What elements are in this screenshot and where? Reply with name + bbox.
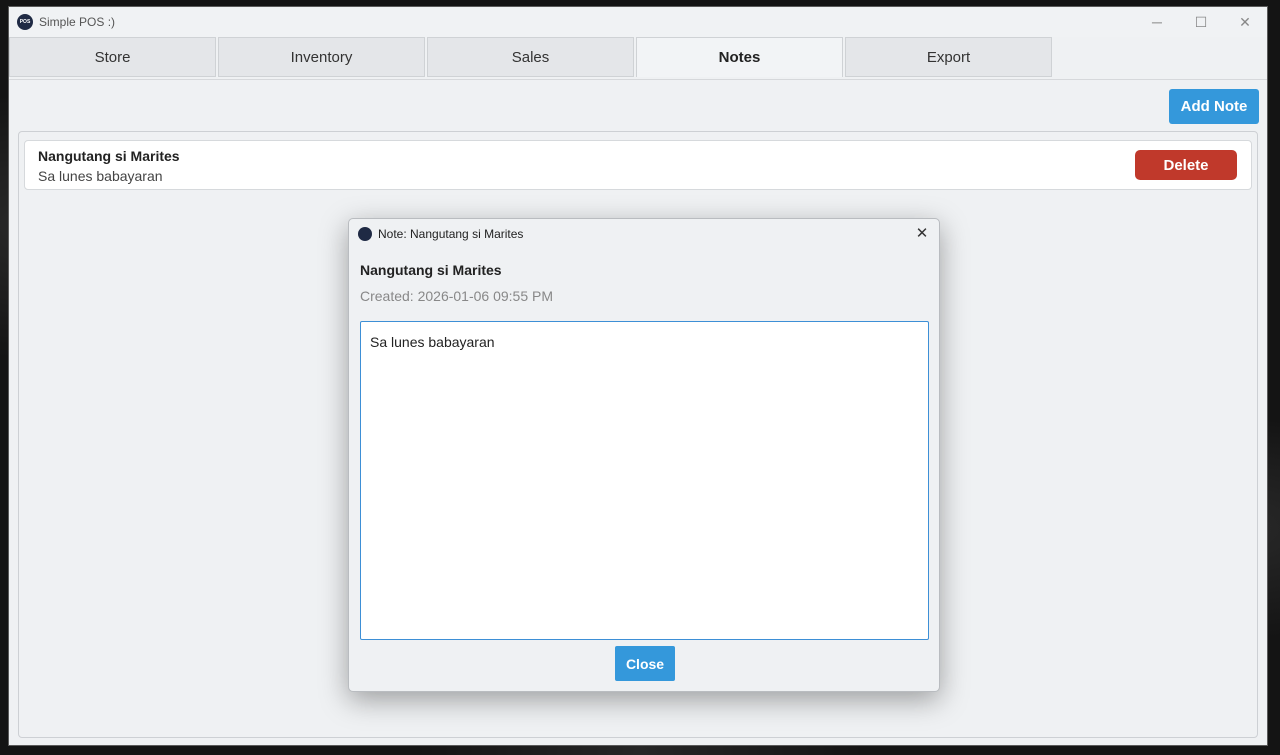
dialog-titlebar: Note: Nangutang si Marites ✕	[349, 219, 939, 249]
delete-note-button[interactable]: Delete	[1135, 150, 1237, 180]
window-titlebar: POS Simple POS :) ─ ☐ ✕	[9, 7, 1267, 37]
note-item[interactable]: Nangutang si Marites Sa lunes babayaran …	[24, 140, 1252, 190]
close-icon[interactable]: ✕	[913, 224, 931, 242]
tab-inventory[interactable]: Inventory	[218, 37, 425, 77]
maximize-button[interactable]: ☐	[1179, 7, 1223, 37]
note-preview: Sa lunes babayaran	[38, 168, 163, 184]
tab-sales[interactable]: Sales	[427, 37, 634, 77]
minimize-button[interactable]: ─	[1135, 7, 1179, 37]
window-title: Simple POS :)	[39, 15, 116, 29]
dialog-title: Note: Nangutang si Marites	[378, 227, 524, 241]
app-logo-icon	[358, 227, 372, 241]
window-controls: ─ ☐ ✕	[1135, 7, 1267, 37]
note-dialog: Note: Nangutang si Marites ✕ Nangutang s…	[348, 218, 940, 692]
dialog-close-button[interactable]: Close	[615, 646, 675, 681]
main-tabbar: Store Inventory Sales Notes Export	[9, 37, 1267, 80]
tab-export[interactable]: Export	[845, 37, 1052, 77]
tab-store[interactable]: Store	[9, 37, 216, 77]
close-window-button[interactable]: ✕	[1223, 7, 1267, 37]
note-title: Nangutang si Marites	[38, 148, 180, 164]
note-body-textarea[interactable]: Sa lunes babayaran	[360, 321, 929, 640]
dialog-created-timestamp: Created: 2026-01-06 09:55 PM	[360, 288, 554, 304]
add-note-button[interactable]: Add Note	[1169, 89, 1259, 124]
tab-notes[interactable]: Notes	[636, 37, 843, 77]
app-logo-icon: POS	[17, 14, 33, 30]
dialog-note-heading: Nangutang si Marites	[360, 262, 502, 278]
